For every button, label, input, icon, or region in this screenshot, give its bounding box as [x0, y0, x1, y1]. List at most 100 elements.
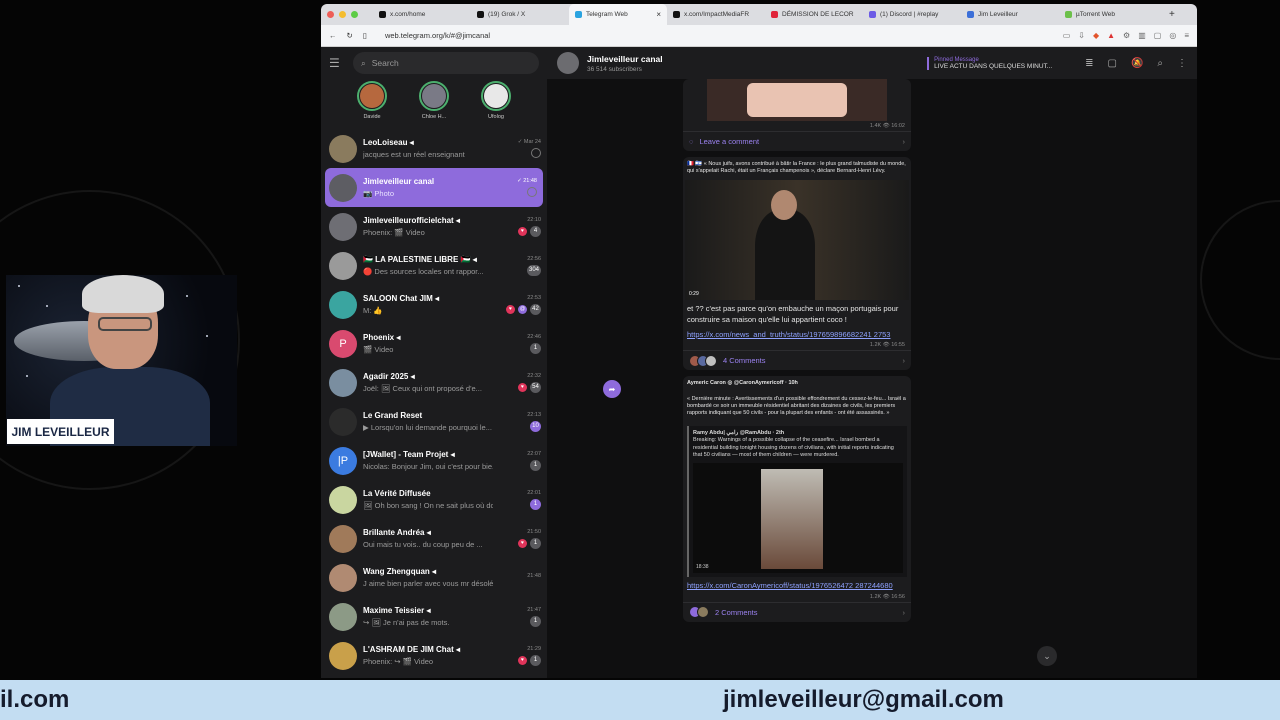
- pinned-message[interactable]: Pinned Message LIVE ACTU DANS QUELQUES M…: [927, 56, 1067, 70]
- chat-name: [JWallet] - Team Projet ◂: [363, 450, 455, 459]
- close-window-button[interactable]: [327, 11, 334, 18]
- chat-list-item[interactable]: Maxime Teissier ◂ ↪ 🖼 Je n'ai pas de mots…: [321, 597, 547, 636]
- unread-badge: 1: [530, 498, 541, 510]
- chat-list-item[interactable]: L'ASHRAM DE JIM Chat ◂ Phoenix: ↪ 🎬 Video…: [321, 636, 547, 675]
- download-icon[interactable]: ⇩: [1078, 31, 1085, 40]
- post-meta: 1.2K 👁 16:55: [869, 342, 905, 349]
- back-icon[interactable]: ←: [329, 31, 337, 40]
- video-player[interactable]: 0:29: [685, 179, 909, 300]
- chat-list-item[interactable]: SALOON Chat JIM ◂ M: 👍 22:53 ♥ @42: [321, 285, 547, 324]
- browser-tab[interactable]: Telegram Web ×: [569, 4, 667, 25]
- embedded-video[interactable]: 18:38: [693, 463, 903, 574]
- chat-list-item[interactable]: Brillante Andréa ◂ Oui mais tu vois.. du …: [321, 519, 547, 558]
- chat-name: Jimleveilleurofficielchat ◂: [363, 216, 460, 225]
- chat-avatar: [329, 563, 357, 592]
- scroll-down-button[interactable]: ⌄: [1037, 646, 1057, 666]
- search-icon: ⌕: [361, 57, 366, 68]
- chat-preview: ↪ 🖼 Je n'ai pas de mots.: [363, 618, 450, 627]
- zoom-window-button[interactable]: [351, 11, 358, 18]
- minimize-window-button[interactable]: [339, 11, 346, 18]
- post-header-text: 🇫🇷 🇮🇱 « Nous juifs, avons contribué à bâ…: [687, 161, 906, 175]
- chat-avatar: [329, 173, 357, 202]
- url-field[interactable]: web.telegram.org/k/#@jimcanal: [385, 31, 805, 40]
- channel-avatar[interactable]: [557, 52, 579, 74]
- tweet-author: Aymeric Caron ◎ @CaronAymericoff · 10h: [687, 380, 798, 387]
- tab-label: Telegram Web: [586, 11, 628, 18]
- profile-icon[interactable]: ◎: [1169, 31, 1176, 40]
- chat-list-item[interactable]: 🇵🇸 LA PALESTINE LIBRE 🇵🇸 ◂ 🔴 Des sources …: [321, 246, 547, 285]
- quoted-tweet[interactable]: Ramy Abdu| رامي @RamAbdu · 2th Breaking:…: [687, 425, 907, 578]
- chat-name: LeoLoiseau ◂: [363, 138, 414, 147]
- brave-shield-icon[interactable]: ◆: [1093, 31, 1099, 40]
- browser-tab[interactable]: µTorrent Web: [1059, 4, 1157, 25]
- sidebar-toggle-icon[interactable]: ▥: [1138, 31, 1146, 40]
- unread-badge: 1: [530, 615, 541, 627]
- chat-list-item[interactable]: Le Grand Reset ▶ Lorsqu'on lui demande po…: [321, 402, 547, 441]
- post-link[interactable]: https://x.com/news_and_truth/status/1976…: [683, 330, 911, 341]
- tab-label: Jim Leveilleur: [978, 11, 1018, 18]
- chat-list-item[interactable]: Jimleveilleur canal 📷 Photo ✓ 21:48: [325, 168, 543, 207]
- browser-tab[interactable]: (19) Grok / X: [471, 4, 569, 25]
- comments-button[interactable]: 2 Comments ›: [683, 601, 911, 622]
- chat-time: ✓ Mar 24: [517, 139, 541, 145]
- pin-icon: [531, 148, 541, 158]
- reaction-heart-icon: ♥: [518, 382, 527, 392]
- post-caption: et ?? c'est pas parce qu'on embauche un …: [687, 303, 899, 324]
- browser-menu-icon[interactable]: ≡: [1184, 31, 1189, 40]
- chat-list-item[interactable]: Agadir 2025 ◂ Joël: 🖼 Ceux qui ont propos…: [321, 363, 547, 402]
- forward-button[interactable]: ➦: [603, 380, 621, 398]
- story-item[interactable]: Ufolog: [476, 81, 516, 129]
- chat-list-item[interactable]: LeoLoiseau ◂ jacques est un réel enseigna…: [321, 129, 547, 168]
- bookmark-icon[interactable]: ▯: [363, 31, 367, 40]
- discussion-icon[interactable]: ▢: [1107, 58, 1116, 69]
- post-link[interactable]: https://x.com/CaronAymericoff/status/197…: [683, 581, 911, 592]
- chat-badges: 1: [530, 342, 541, 354]
- sidebar-header: ☰ ⌕ Search: [321, 47, 547, 79]
- story-item[interactable]: Davide: [352, 81, 392, 129]
- browser-tabs: x.com/home (19) Grok / X Telegram Web × x.co…: [373, 4, 1157, 25]
- browser-tab[interactable]: x.com/home: [373, 4, 471, 25]
- comments-button[interactable]: 4 Comments ›: [683, 350, 911, 370]
- person-glasses: [98, 317, 152, 331]
- channel-header[interactable]: Jimleveilleur canal 36 514 subscribers P…: [547, 47, 1197, 79]
- chat-list-item[interactable]: |P [JWallet] - Team Projet ◂ Nicolas: Bonj…: [321, 441, 547, 480]
- leave-comment-button[interactable]: ◌ Leave a comment ›: [683, 131, 911, 151]
- chat-name: Agadir 2025 ◂: [363, 372, 415, 381]
- browser-tab[interactable]: Jim Leveilleur: [961, 4, 1059, 25]
- tab-label: x.com/ImpactMediaFR: [684, 11, 750, 18]
- favicon-icon: [575, 11, 582, 18]
- story-item[interactable]: Chloe H...: [414, 81, 454, 129]
- brave-rewards-icon[interactable]: ▲: [1107, 31, 1115, 40]
- quoted-text: Breaking: Warnings of a possible collaps…: [693, 437, 894, 459]
- chat-list-item[interactable]: La Vérité Diffusée 🖼 Oh bon sang ! On ne …: [321, 480, 547, 519]
- extensions-icon[interactable]: ⚙: [1123, 31, 1130, 40]
- search-input[interactable]: ⌕ Search: [353, 52, 539, 74]
- screen-share-icon[interactable]: ▭: [1063, 31, 1071, 40]
- chat-time: 21:50: [527, 528, 541, 535]
- chat-list-item[interactable]: Jimleveilleurofficielchat ◂ Phoenix: 🎬 Vi…: [321, 207, 547, 246]
- browser-tab[interactable]: (1) Discord | #replay: [863, 4, 961, 25]
- more-options-icon[interactable]: ⋮: [1177, 58, 1187, 69]
- wallet-icon[interactable]: ▢: [1154, 31, 1162, 40]
- chat-badges: [531, 148, 541, 158]
- browser-tab[interactable]: DÉMISSION DE LECOR: [765, 4, 863, 25]
- chat-list-item[interactable]: P Phoenix ◂ 🎬 Video 22:46 1: [321, 324, 547, 363]
- chat-name: Brillante Andréa ◂: [363, 528, 431, 537]
- unread-badge: 42: [530, 303, 541, 315]
- mute-icon[interactable]: 🔕: [1131, 58, 1143, 69]
- chat-preview: J aime bien parler avec vous mr désolée: [363, 579, 493, 588]
- reload-icon[interactable]: ↻: [347, 31, 353, 40]
- channel-search-icon[interactable]: ⌕: [1157, 58, 1163, 69]
- close-tab-icon[interactable]: ×: [656, 10, 661, 19]
- browser-tab[interactable]: x.com/ImpactMediaFR: [667, 4, 765, 25]
- toolbar-icons: ▭ ⇩ ◆ ▲ ⚙ ▥ ▢ ◎ ≡: [1063, 31, 1189, 40]
- new-tab-button[interactable]: +: [1169, 9, 1175, 20]
- chat-list-item[interactable]: Wang Zhengquan ◂ J aime bien parler avec …: [321, 558, 547, 597]
- commenter-avatars: [689, 606, 709, 619]
- mention-icon: @: [518, 304, 527, 314]
- photo-thumbnail[interactable]: [707, 79, 887, 121]
- tab-label: (1) Discord | #replay: [880, 11, 939, 18]
- hamburger-menu-icon[interactable]: ☰: [329, 56, 343, 70]
- list-icon[interactable]: ≣: [1085, 58, 1093, 69]
- footer-email-left: il.com: [0, 686, 70, 713]
